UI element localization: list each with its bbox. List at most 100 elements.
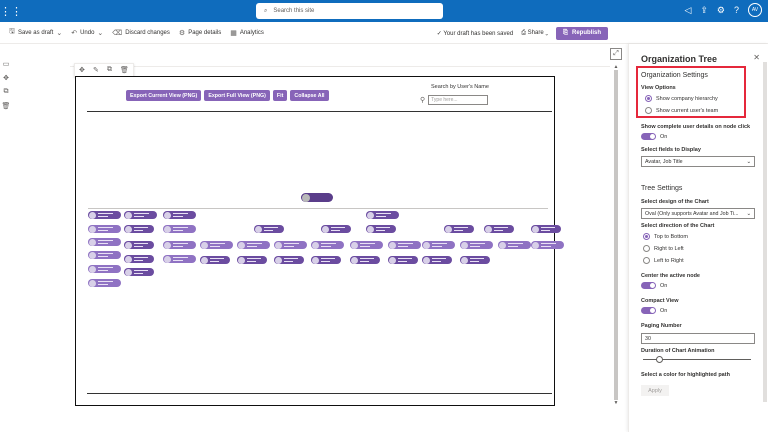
paging-input[interactable]: 30 bbox=[641, 333, 755, 344]
org-node[interactable] bbox=[531, 225, 561, 233]
undo-button[interactable]: ↶ Undo ⌄ bbox=[71, 29, 103, 37]
apply-button[interactable]: Apply bbox=[641, 385, 669, 396]
comment-icon[interactable]: ▭ bbox=[3, 60, 10, 68]
toggle-switch[interactable] bbox=[641, 307, 656, 314]
republish-button[interactable]: ⎘ Republish bbox=[556, 26, 608, 40]
scroll-down-icon[interactable]: ▼ bbox=[612, 400, 620, 406]
design-dropdown[interactable]: Oval (Only supports Avatar and Job Ti...… bbox=[641, 208, 755, 219]
page-details-button[interactable]: ⚙ Page details bbox=[179, 29, 221, 37]
delete-icon[interactable]: 🗑 bbox=[2, 102, 11, 110]
org-node[interactable] bbox=[321, 225, 351, 233]
radio-left-to-right[interactable]: Left to Right bbox=[643, 257, 684, 264]
toggle-switch[interactable] bbox=[641, 133, 656, 140]
node-text bbox=[173, 256, 188, 262]
org-node[interactable] bbox=[163, 225, 196, 233]
gear-icon[interactable]: ⚙ bbox=[717, 5, 725, 16]
radio-top-to-bottom[interactable]: Top to Bottom bbox=[643, 233, 688, 240]
org-node[interactable] bbox=[460, 241, 493, 249]
org-node[interactable] bbox=[88, 251, 121, 259]
close-icon[interactable]: ✕ bbox=[753, 53, 760, 62]
org-node[interactable] bbox=[124, 268, 154, 276]
org-node[interactable] bbox=[350, 241, 383, 249]
toggle-switch[interactable] bbox=[641, 282, 656, 289]
move-icon[interactable]: ✥ bbox=[3, 74, 9, 82]
panel-scrollbar[interactable] bbox=[763, 62, 767, 402]
collapse-all-button[interactable]: Collapse All bbox=[290, 90, 329, 101]
org-node[interactable] bbox=[460, 256, 490, 264]
org-node[interactable] bbox=[366, 225, 396, 233]
org-node-root[interactable] bbox=[301, 193, 333, 202]
org-node[interactable] bbox=[163, 241, 196, 249]
org-node[interactable] bbox=[422, 256, 452, 264]
search-icon: ⌕ bbox=[264, 7, 268, 14]
discard-changes-button[interactable]: ⌫ Discard changes bbox=[112, 29, 170, 37]
org-node[interactable] bbox=[88, 225, 121, 233]
fields-dropdown[interactable]: Avatar, Job Title ⌄ bbox=[641, 156, 755, 167]
org-node[interactable] bbox=[274, 241, 307, 249]
org-node[interactable] bbox=[350, 256, 380, 264]
org-node[interactable] bbox=[163, 255, 196, 263]
org-node[interactable] bbox=[124, 211, 157, 219]
chevron-down-icon[interactable]: ⌄ bbox=[97, 29, 103, 37]
org-node[interactable] bbox=[200, 256, 230, 264]
org-node[interactable] bbox=[237, 256, 267, 264]
edit-icon[interactable]: ✎ bbox=[93, 66, 99, 74]
share-button[interactable]: ⎙ Share ⌄ bbox=[521, 30, 548, 37]
move-icon[interactable]: ✥ bbox=[79, 66, 85, 74]
org-node[interactable] bbox=[311, 241, 344, 249]
fit-button[interactable]: Fit bbox=[272, 90, 288, 101]
org-node[interactable] bbox=[274, 256, 304, 264]
org-node[interactable] bbox=[422, 241, 455, 249]
export-current-view-button[interactable]: Export Current View (PNG) bbox=[126, 90, 202, 101]
org-node[interactable] bbox=[531, 241, 564, 249]
org-node[interactable] bbox=[444, 225, 474, 233]
duplicate-icon[interactable]: ⧉ bbox=[107, 66, 112, 74]
org-node[interactable] bbox=[124, 225, 154, 233]
org-node[interactable] bbox=[200, 241, 233, 249]
analytics-button[interactable]: ▦ Analytics bbox=[230, 29, 264, 37]
draft-status: ✓ Your draft has been saved bbox=[436, 30, 514, 37]
user-search-input[interactable]: Type here... bbox=[428, 94, 489, 105]
scroll-up-icon[interactable]: ▲ bbox=[612, 64, 620, 70]
org-node[interactable] bbox=[388, 256, 418, 264]
center-node-toggle[interactable]: On bbox=[641, 282, 667, 289]
org-node[interactable] bbox=[484, 225, 514, 233]
avatar bbox=[201, 256, 208, 264]
org-node[interactable] bbox=[388, 241, 421, 249]
org-node[interactable] bbox=[124, 255, 154, 263]
page-scrollbar[interactable]: ▲ ▼ bbox=[612, 64, 620, 409]
help-icon[interactable]: ? bbox=[734, 5, 739, 15]
org-node[interactable] bbox=[498, 241, 531, 249]
save-as-draft-button[interactable]: 🖫 Save as draft ⌄ bbox=[9, 27, 62, 38]
slider-thumb[interactable] bbox=[655, 356, 663, 363]
org-node[interactable] bbox=[163, 211, 196, 219]
export-full-view-button[interactable]: Export Full View (PNG) bbox=[204, 90, 270, 101]
copy-icon[interactable]: ⧉ bbox=[4, 88, 9, 96]
site-search-box[interactable]: ⌕ Search this site bbox=[256, 3, 443, 19]
duration-slider[interactable] bbox=[643, 356, 751, 363]
org-node[interactable] bbox=[311, 256, 341, 264]
expand-icon[interactable]: ⤢ bbox=[610, 48, 622, 60]
node-text bbox=[284, 257, 298, 263]
org-node[interactable] bbox=[254, 225, 284, 233]
org-node[interactable] bbox=[366, 211, 399, 219]
avatar[interactable]: AV bbox=[748, 3, 762, 17]
show-details-toggle[interactable]: On bbox=[641, 133, 667, 140]
org-node[interactable] bbox=[124, 241, 154, 249]
org-node[interactable] bbox=[88, 238, 121, 246]
app-launcher-icon[interactable]: ⋮⋮ bbox=[0, 0, 22, 22]
radio-company-hierarchy[interactable]: Show company hierarchy bbox=[645, 95, 718, 102]
share-network-icon[interactable]: ⇪ bbox=[700, 5, 708, 16]
org-node[interactable] bbox=[88, 211, 121, 219]
radio-current-team[interactable]: Show current user's team bbox=[645, 107, 718, 114]
compact-view-toggle[interactable]: On bbox=[641, 307, 667, 314]
scroll-thumb[interactable] bbox=[614, 70, 618, 400]
radio-icon bbox=[643, 245, 650, 252]
delete-icon[interactable]: 🗑 bbox=[120, 66, 129, 74]
radio-right-to-left[interactable]: Right to Left bbox=[643, 245, 684, 252]
org-node[interactable] bbox=[88, 279, 121, 287]
org-node[interactable] bbox=[237, 241, 270, 249]
megaphone-icon[interactable]: ◁ bbox=[684, 5, 691, 16]
org-node[interactable] bbox=[88, 265, 121, 273]
chevron-down-icon[interactable]: ⌄ bbox=[56, 29, 62, 37]
